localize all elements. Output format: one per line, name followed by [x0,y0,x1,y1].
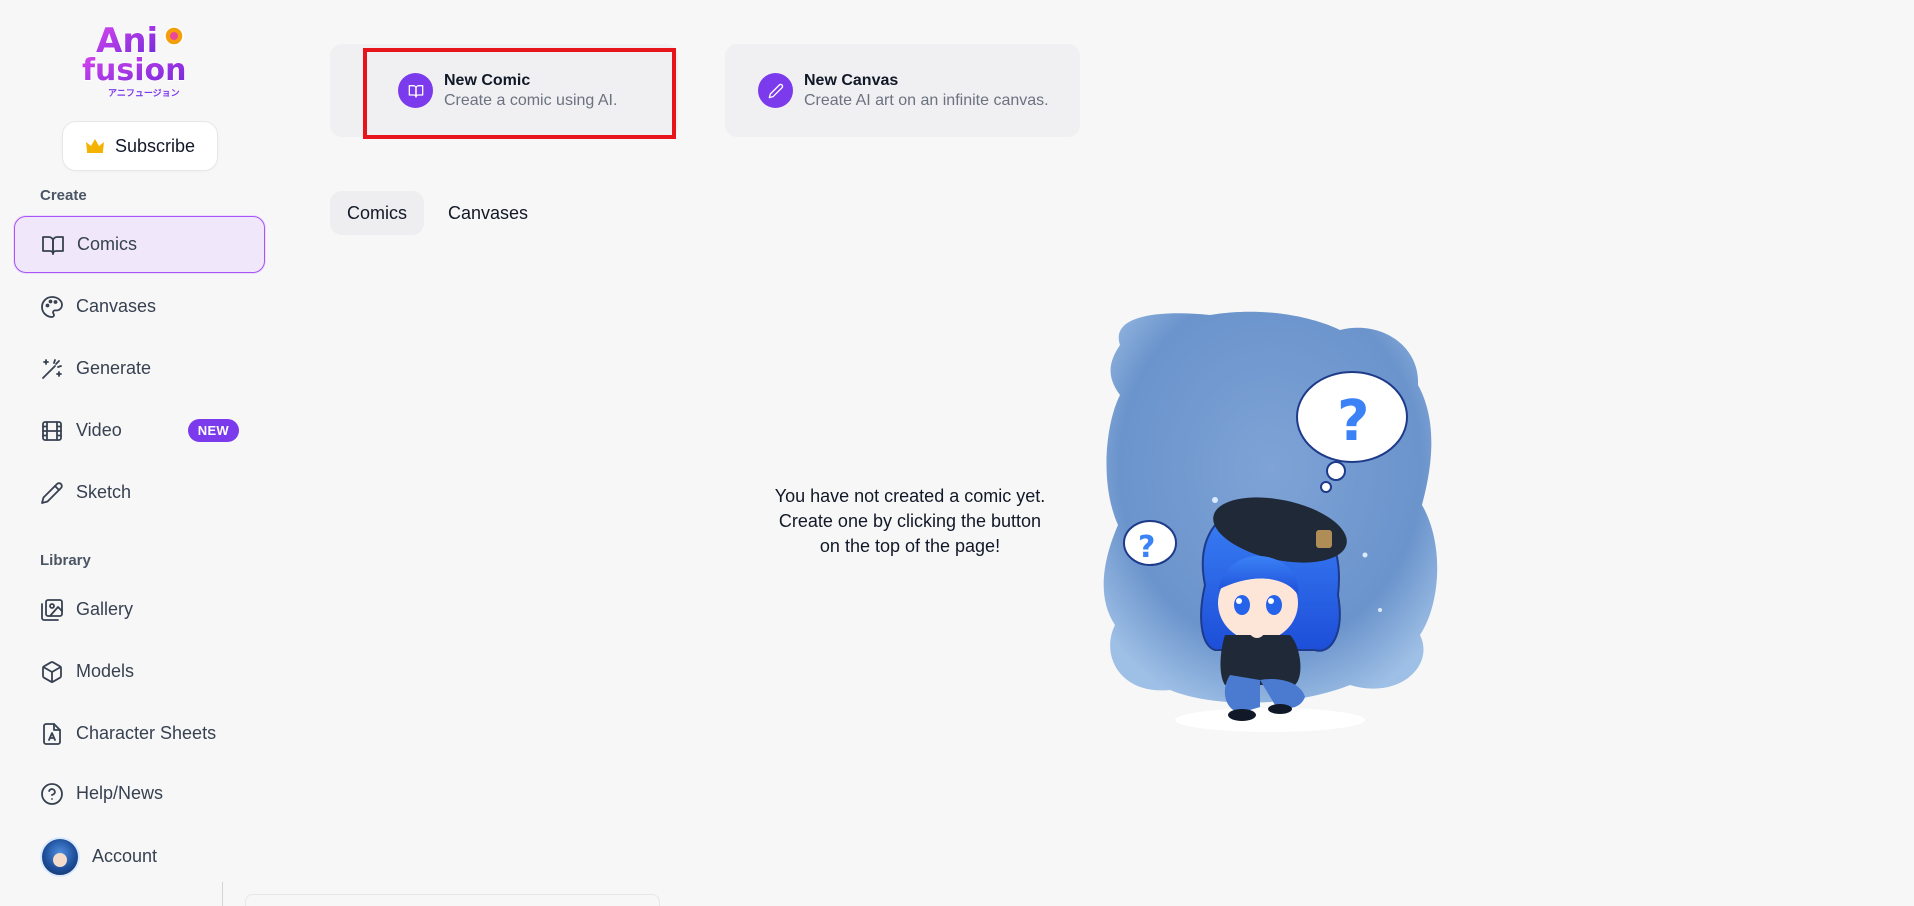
book-open-icon [398,73,433,108]
new-comic-description: Create a comic using AI. [444,92,618,109]
sidebar-item-label: Generate [76,358,152,378]
tab-canvases[interactable]: Canvases [440,191,536,235]
sidebar-item-gallery[interactable]: Gallery [14,581,265,638]
sidebar-item-help-news[interactable]: Help/News [14,765,265,822]
subscribe-button[interactable]: Subscribe [62,121,218,171]
new-canvas-text: New Canvas Create AI art on an infinite … [804,71,1049,110]
new-canvas-title: New Canvas [804,71,899,89]
character-sheet-icon [40,722,64,746]
sidebar-item-label: Character Sheets [76,723,217,743]
svg-text:?: ? [1138,530,1155,565]
empty-state-message: You have not created a comic yet. Create… [774,486,1046,556]
divider [222,882,223,906]
book-open-icon [41,233,65,257]
subscribe-label: Subscribe [114,135,196,156]
svg-text:アニフュージョン: アニフュージョン [108,88,180,99]
sidebar-item-comics[interactable]: Comics [14,216,265,273]
sidebar: Ani fusion アニフュージョン Subscribe Create Com… [0,0,280,906]
new-badge: NEW [187,419,239,442]
sidebar-item-video[interactable]: Video NEW [14,402,265,459]
sidebar-item-character-sheets[interactable]: Character Sheets [14,705,265,762]
bottom-panel-edge [245,894,660,906]
new-comic-title: New Comic [444,71,531,89]
avatar [40,836,80,877]
help-circle-icon [40,782,64,806]
sidebar-item-label: Video [76,420,122,440]
tab-comics[interactable]: Comics [330,191,424,235]
sidebar-item-account[interactable]: Account [14,828,265,885]
create-section-label: Create [40,187,87,204]
sidebar-item-models[interactable]: Models [14,643,265,700]
svg-text:?: ? [1337,389,1369,454]
sidebar-item-generate[interactable]: Generate [14,340,265,397]
sidebar-item-label: Comics [77,234,138,254]
magic-wand-icon [40,357,64,381]
sidebar-item-label: Sketch [76,482,132,502]
new-comic-text: New Comic Create a comic using AI. [444,71,617,110]
pencil-icon [758,73,793,108]
sidebar-item-label: Gallery [76,599,134,619]
sidebar-item-sketch[interactable]: Sketch [14,464,265,521]
new-comic-button[interactable]: New Comic Create a comic using AI. [330,44,678,137]
pencil-icon [40,481,64,505]
crown-icon [85,138,105,154]
sidebar-item-canvases[interactable]: Canvases [14,278,265,335]
confused-character-illustration: ? ? [1100,305,1450,737]
new-canvas-description: Create AI art on an infinite canvas. [804,92,1049,109]
sidebar-item-label: Help/News [76,783,164,803]
sidebar-item-label: Canvases [76,296,157,316]
library-section-label: Library [40,552,91,569]
anifusion-logo[interactable]: Ani fusion アニフュージョン [78,18,200,100]
svg-text:fusion: fusion [82,53,187,88]
new-canvas-button[interactable]: New Canvas Create AI art on an infinite … [725,44,1080,137]
image-gallery-icon [40,598,64,622]
film-icon [40,419,64,443]
sidebar-item-label: Account [92,846,158,866]
sidebar-item-label: Models [76,661,135,681]
palette-icon [40,295,64,319]
cube-icon [40,660,64,684]
